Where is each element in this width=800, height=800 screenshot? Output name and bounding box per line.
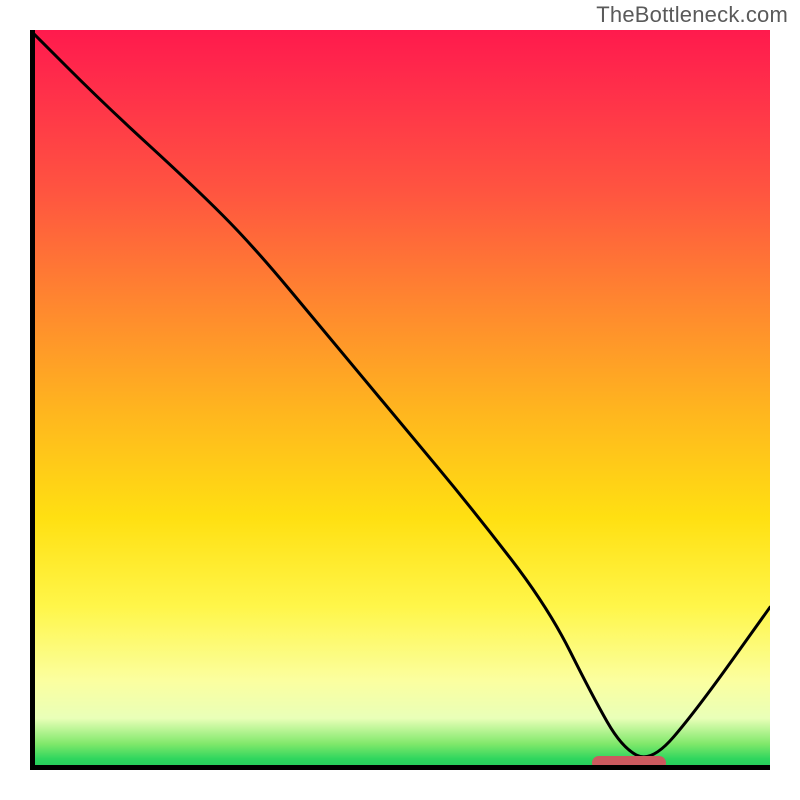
curve-path [30, 30, 770, 757]
bottleneck-curve [30, 30, 770, 770]
optimal-range-marker [592, 756, 666, 770]
chart-area [30, 30, 770, 770]
watermark-text: TheBottleneck.com [596, 2, 788, 28]
